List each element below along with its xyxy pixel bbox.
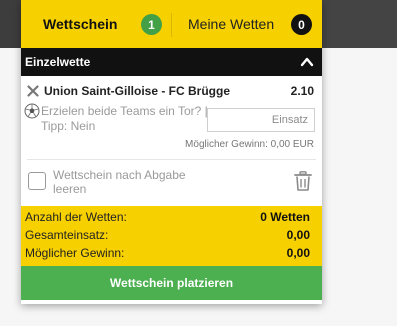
betslip-summary: Anzahl der Wetten: 0 Wetten Gesamteinsat… — [21, 206, 322, 266]
chevron-up-icon[interactable] — [300, 55, 314, 69]
bet-possible-win: Möglicher Gewinn: 0,00 EUR — [185, 139, 314, 150]
possible-win-value: 0,00 — [286, 246, 310, 260]
total-stake-label: Gesamteinsatz: — [25, 228, 109, 242]
summary-total-stake: Gesamteinsatz: 0,00 — [21, 228, 322, 244]
stake-input[interactable] — [207, 108, 315, 132]
possible-win-label: Möglicher Gewinn: — [25, 246, 125, 260]
bet-possible-win-value: 0,00 EUR — [270, 139, 314, 150]
total-stake-value: 0,00 — [286, 228, 310, 242]
summary-possible-win: Möglicher Gewinn: 0,00 — [21, 246, 322, 262]
close-icon[interactable] — [27, 85, 39, 97]
bet-count-value: 0 Wetten — [260, 210, 310, 224]
football-icon — [24, 103, 40, 119]
bet-odds: 2.10 — [290, 84, 314, 98]
trash-icon[interactable] — [294, 171, 312, 191]
my-bets-count-badge: 0 — [291, 14, 312, 35]
clear-after-submit-label: Wettschein nach Abgabe leeren — [53, 168, 186, 196]
betslip-tabs: Wettschein 1 Meine Wetten 0 — [21, 0, 322, 48]
betslip-count-badge: 1 — [141, 14, 162, 35]
bet-count-label: Anzahl der Wetten: — [25, 210, 127, 224]
bet-possible-win-label: Möglicher Gewinn: — [185, 139, 268, 150]
tab-betslip-label: Wettschein — [43, 16, 118, 32]
summary-bet-count: Anzahl der Wetten: 0 Wetten — [21, 210, 322, 226]
divider — [27, 159, 316, 160]
market-description: Erzielen beide Teams ein Tor? | Tipp: Ne… — [41, 104, 208, 133]
clear-after-submit-checkbox[interactable] — [28, 172, 46, 190]
top-navigation-bar-right — [322, 0, 397, 48]
bet-selection: Union Saint-Gilloise - FC Brügge 2.10 Er… — [21, 76, 322, 156]
single-bet-title: Einzelwette — [25, 55, 91, 69]
single-bet-header: Einzelwette — [21, 48, 322, 76]
betslip-panel: Wettschein 1 Meine Wetten 0 Einzelwette … — [21, 0, 322, 304]
place-bet-button[interactable]: Wettschein platzieren — [21, 266, 322, 300]
tab-my-bets-label: Meine Wetten — [188, 16, 275, 32]
match-name: Union Saint-Gilloise - FC Brügge — [44, 84, 230, 98]
